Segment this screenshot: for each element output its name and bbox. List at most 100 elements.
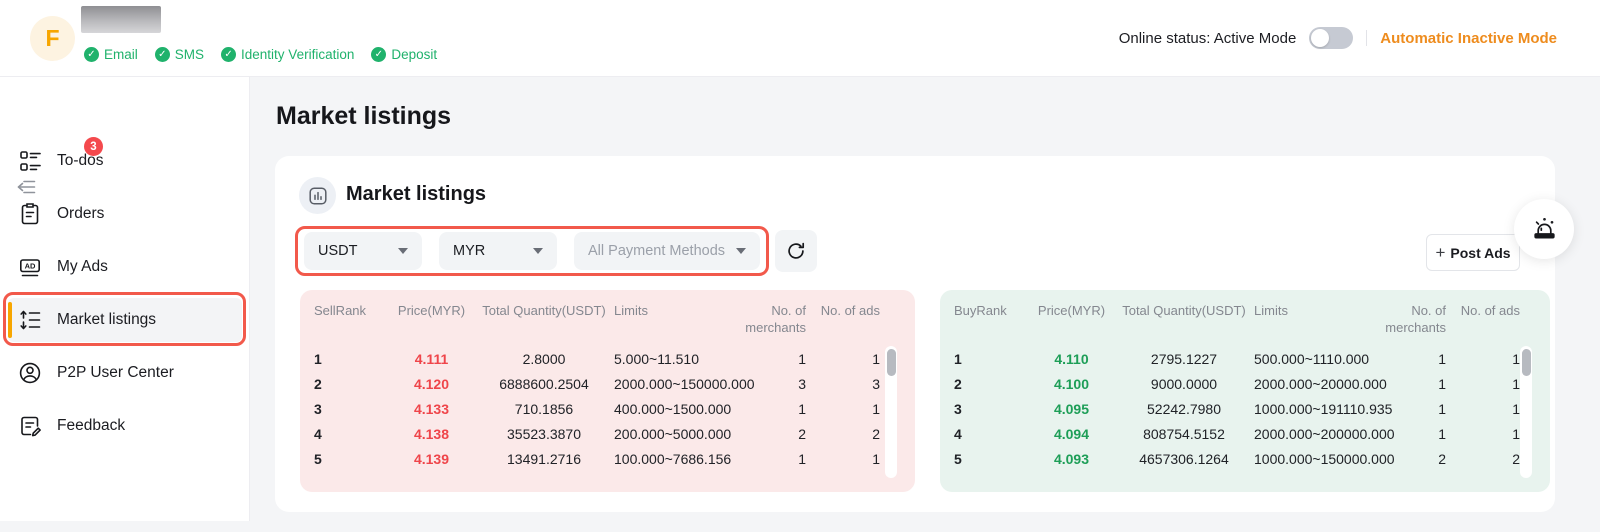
- ads-cell: 1: [806, 401, 880, 417]
- limits-cell: 2000.000~150000.000: [614, 376, 754, 392]
- column-header: Limits: [614, 302, 754, 319]
- plus-icon: +: [1435, 243, 1445, 263]
- column-header: SellRank: [314, 302, 389, 319]
- verification-email: ✓ Email: [84, 47, 138, 62]
- rank-cell: 3: [954, 401, 1029, 417]
- merchants-cell: 1: [1394, 351, 1446, 367]
- check-icon: ✓: [84, 47, 99, 62]
- column-header: No. of merchants: [740, 302, 806, 336]
- quantity-cell: 6888600.2504: [474, 376, 614, 392]
- alarm-button[interactable]: [1514, 199, 1574, 259]
- ads-cell: 1: [806, 351, 880, 367]
- column-header: No. of ads: [806, 302, 880, 319]
- verification-label: Email: [104, 47, 138, 62]
- limits-cell: 500.000~1110.000: [1254, 351, 1394, 367]
- verification-label: SMS: [175, 47, 204, 62]
- price-cell: 4.139: [389, 451, 474, 467]
- table-row: 24.1009000.00002000.000~20000.00011: [954, 371, 1550, 396]
- buy-table-head: BuyRankPrice(MYR)Total Quantity(USDT)Lim…: [954, 302, 1550, 346]
- check-icon: ✓: [155, 47, 170, 62]
- sidebar-item-my-ads[interactable]: AD My Ads: [0, 245, 250, 289]
- avatar[interactable]: F: [30, 16, 75, 61]
- red-annotation-box-filters: USDT MYR All Payment Methods: [295, 226, 769, 276]
- sidebar-item-todos[interactable]: To-dos: [0, 139, 250, 183]
- sidebar-item-orders[interactable]: Orders: [0, 192, 250, 236]
- column-header: Price(MYR): [389, 302, 474, 319]
- verification-sms: ✓ SMS: [155, 47, 204, 62]
- merchants-cell: 1: [754, 451, 806, 467]
- top-header: F ✓ Email ✓ SMS ✓ Identity Verification …: [0, 0, 1600, 77]
- asset-select-value: USDT: [318, 243, 357, 259]
- sidebar-item-market-listings[interactable]: Market listings: [8, 298, 242, 342]
- user-icon: [19, 362, 41, 384]
- ads-cell: 1: [1446, 401, 1520, 417]
- merchants-cell: 3: [754, 376, 806, 392]
- rank-cell: 2: [314, 376, 389, 392]
- rank-cell: 2: [954, 376, 1029, 392]
- sidebar-item-label: Market listings: [57, 311, 156, 329]
- buy-table-scrollbar[interactable]: [1520, 346, 1532, 478]
- post-ads-button[interactable]: + Post Ads: [1426, 234, 1520, 271]
- market-listings-card: Market listings USDT MYR All Payment Met…: [275, 156, 1555, 512]
- verification-badges: ✓ Email ✓ SMS ✓ Identity Verification ✓ …: [84, 47, 437, 62]
- merchants-cell: 1: [754, 401, 806, 417]
- rank-cell: 1: [314, 351, 389, 367]
- fiat-select-value: MYR: [453, 243, 485, 259]
- rank-cell: 4: [954, 426, 1029, 442]
- price-cell: 4.111: [389, 351, 474, 367]
- buy-listings-table: BuyRankPrice(MYR)Total Quantity(USDT)Lim…: [940, 290, 1550, 492]
- sidebar-item-label: Feedback: [57, 417, 125, 435]
- todos-icon: [19, 151, 41, 171]
- column-header: No. of ads: [1446, 302, 1520, 319]
- sell-table-body: 14.1112.80005.000~11.5101124.1206888600.…: [314, 346, 915, 471]
- sidebar-item-label: Orders: [57, 205, 104, 223]
- scrollbar-thumb[interactable]: [1522, 349, 1531, 376]
- quantity-cell: 2.8000: [474, 351, 614, 367]
- table-row: 14.1102795.1227500.000~1110.00011: [954, 346, 1550, 371]
- orders-icon: [19, 203, 41, 225]
- refresh-button[interactable]: [775, 230, 817, 272]
- table-row: 14.1112.80005.000~11.51011: [314, 346, 915, 371]
- table-row: 44.094808754.51522000.000~200000.00011: [954, 421, 1550, 446]
- quantity-cell: 4657306.1264: [1114, 451, 1254, 467]
- my-ads-icon: AD: [19, 256, 41, 278]
- sell-table-scrollbar[interactable]: [885, 346, 897, 478]
- payment-method-select[interactable]: All Payment Methods: [574, 232, 760, 270]
- quantity-cell: 52242.7980: [1114, 401, 1254, 417]
- column-header: BuyRank: [954, 302, 1029, 319]
- price-cell: 4.138: [389, 426, 474, 442]
- price-cell: 4.133: [389, 401, 474, 417]
- scrollbar-thumb[interactable]: [887, 349, 896, 376]
- price-cell: 4.100: [1029, 376, 1114, 392]
- sidebar-item-feedback[interactable]: Feedback: [0, 404, 250, 448]
- asset-select[interactable]: USDT: [304, 232, 422, 270]
- online-status-toggle[interactable]: [1309, 27, 1353, 49]
- chevron-down-icon: [533, 248, 543, 254]
- merchants-cell: 2: [1394, 451, 1446, 467]
- table-row: 44.13835523.3870200.000~5000.00022: [314, 421, 915, 446]
- limits-cell: 2000.000~200000.000: [1254, 426, 1394, 442]
- chevron-down-icon: [398, 248, 408, 254]
- verification-deposit: ✓ Deposit: [371, 47, 437, 62]
- ads-cell: 1: [1446, 376, 1520, 392]
- price-cell: 4.110: [1029, 351, 1114, 367]
- ads-cell: 2: [1446, 451, 1520, 467]
- limits-cell: 400.000~1500.000: [614, 401, 754, 417]
- merchants-cell: 2: [754, 426, 806, 442]
- ads-cell: 2: [806, 426, 880, 442]
- toggle-knob-icon: [1311, 29, 1329, 47]
- limits-cell: 100.000~7686.156: [614, 451, 754, 467]
- merchants-cell: 1: [1394, 426, 1446, 442]
- rank-cell: 5: [954, 451, 1029, 467]
- online-status-label: Online status: Active Mode: [1119, 30, 1297, 47]
- feedback-icon: [19, 415, 41, 437]
- column-header: Total Quantity(USDT): [474, 302, 614, 319]
- sidebar-item-p2p-user-center[interactable]: P2P User Center: [0, 351, 250, 395]
- ads-cell: 3: [806, 376, 880, 392]
- merchants-cell: 1: [1394, 401, 1446, 417]
- table-row: 24.1206888600.25042000.000~150000.00033: [314, 371, 915, 396]
- limits-cell: 5.000~11.510: [614, 351, 754, 367]
- automatic-inactive-mode-link[interactable]: Automatic Inactive Mode: [1380, 30, 1557, 47]
- rank-cell: 4: [314, 426, 389, 442]
- fiat-select[interactable]: MYR: [439, 232, 557, 270]
